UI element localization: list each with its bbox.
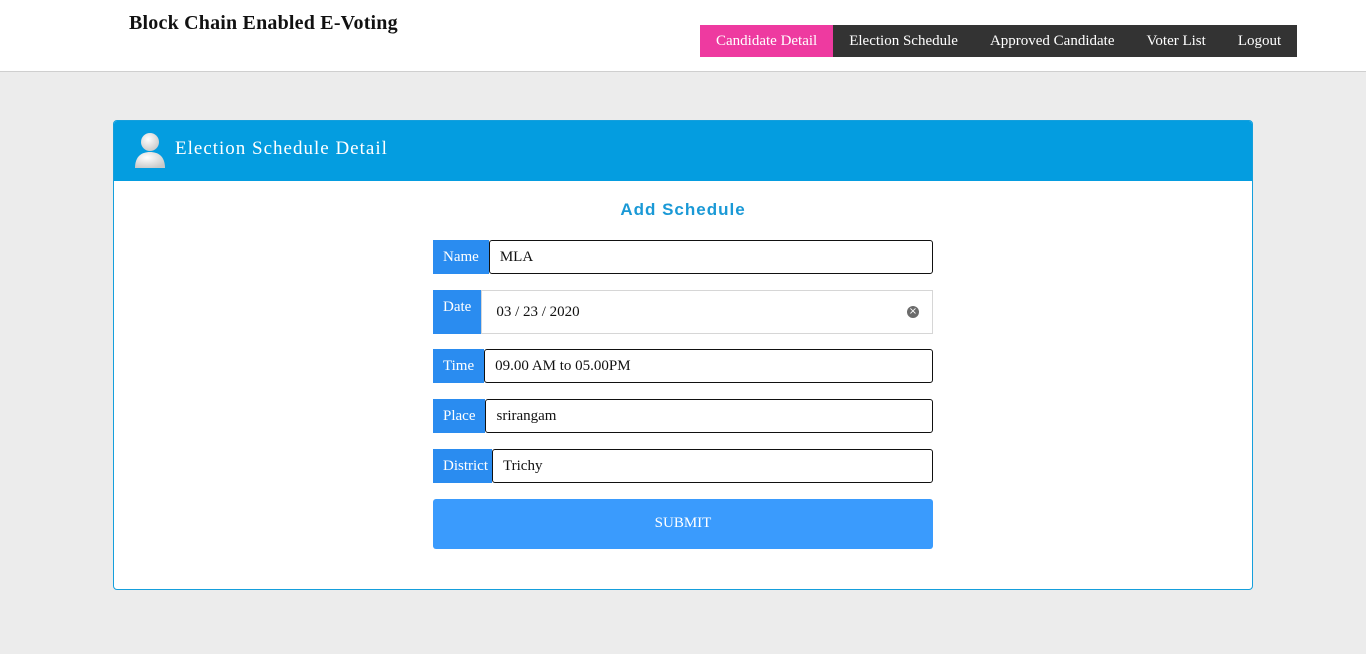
schedule-panel: Election Schedule Detail Add Schedule Na… (113, 120, 1253, 590)
date-label: Date (433, 290, 482, 334)
nav-logout[interactable]: Logout (1222, 25, 1297, 57)
time-row: Time 09.00 AM to 05.00PM (433, 349, 933, 383)
main-nav: Candidate Detail Election Schedule Appro… (700, 25, 1298, 57)
name-input[interactable]: MLA (488, 240, 933, 274)
date-value: 03 / 23 / 2020 (496, 303, 580, 320)
district-row: District Trichy (433, 449, 933, 483)
district-label: District (433, 449, 492, 483)
submit-button[interactable]: SUBMIT (433, 499, 933, 549)
nav-approved-candidate[interactable]: Approved Candidate (974, 25, 1131, 57)
district-input[interactable]: Trichy (492, 449, 933, 483)
panel-title: Election Schedule Detail (175, 138, 388, 159)
name-label: Name (433, 240, 489, 274)
panel-header: Election Schedule Detail (114, 121, 1252, 181)
name-row: Name MLA (433, 240, 933, 274)
place-input[interactable]: srirangam (485, 399, 933, 433)
time-input[interactable]: 09.00 AM to 05.00PM (484, 349, 933, 383)
date-row: Date 03 / 23 / 2020 × (433, 290, 933, 334)
place-label: Place (433, 399, 486, 433)
clear-icon[interactable]: × (907, 306, 919, 318)
top-header: Block Chain Enabled E-Voting Candidate D… (0, 0, 1366, 72)
date-input[interactable]: 03 / 23 / 2020 × (481, 290, 933, 334)
form-title: Add Schedule (620, 200, 746, 219)
user-avatar-icon (135, 133, 165, 168)
place-row: Place srirangam (433, 399, 933, 433)
brand-title: Block Chain Enabled E-Voting (129, 12, 398, 34)
time-label: Time (433, 349, 485, 383)
nav-election-schedule[interactable]: Election Schedule (833, 25, 974, 57)
nav-voter-list[interactable]: Voter List (1131, 25, 1222, 57)
nav-candidate-detail[interactable]: Candidate Detail (700, 25, 834, 57)
